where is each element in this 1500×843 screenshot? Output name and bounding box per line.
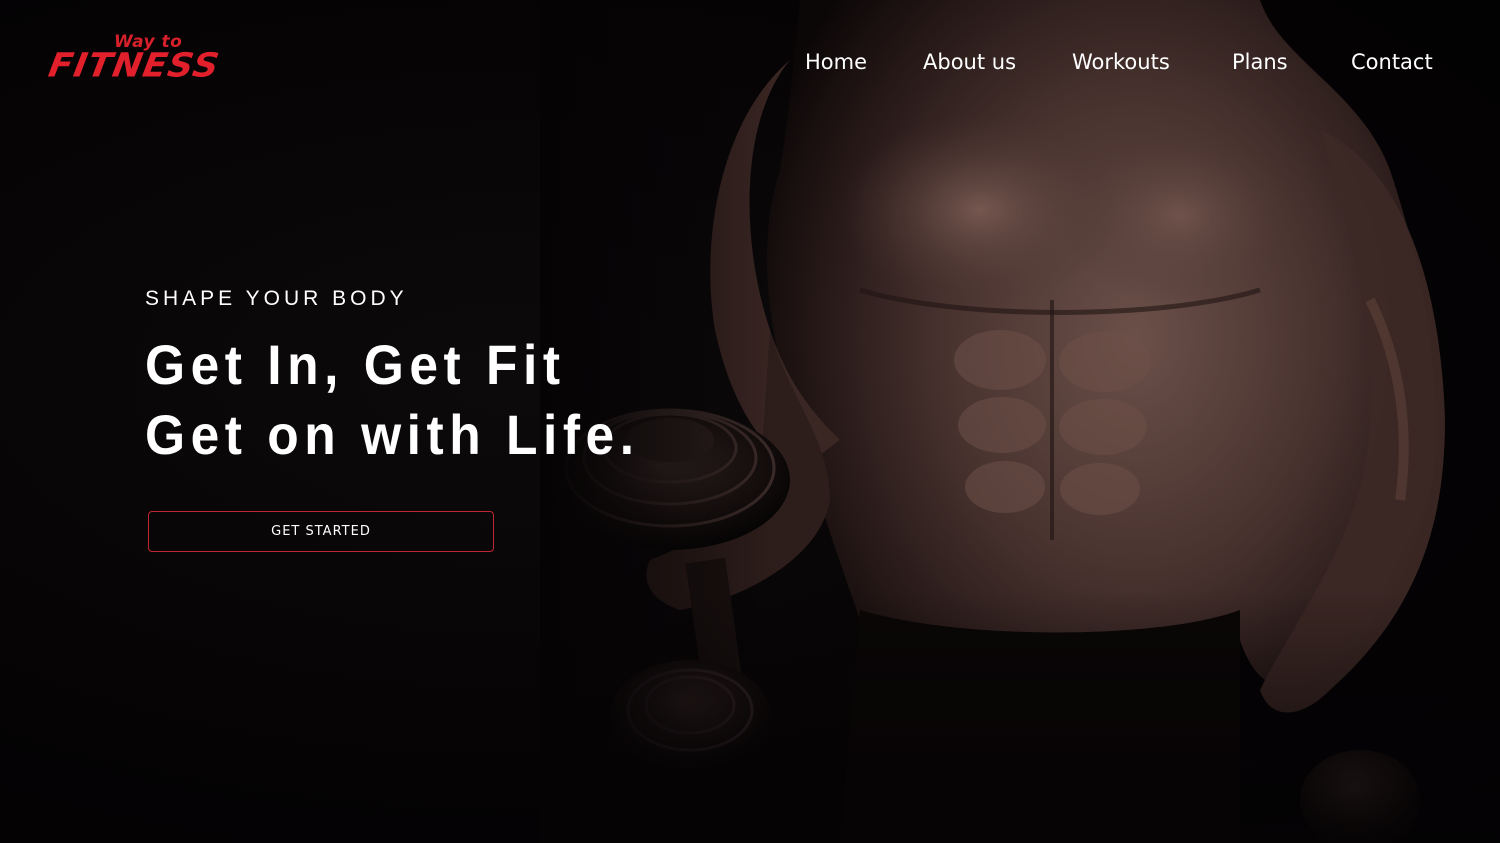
hero-athlete-image (540, 0, 1500, 843)
nav-item-contact[interactable]: Contact (1351, 44, 1433, 80)
nav-item-home[interactable]: Home (805, 44, 867, 80)
landing-page: Way to FITNESS Home About us Workouts Pl… (0, 0, 1500, 843)
brand-logo[interactable]: Way to FITNESS (44, 30, 244, 92)
hero-eyebrow: SHAPE YOUR BODY (145, 287, 408, 310)
nav-item-plans[interactable]: Plans (1232, 44, 1288, 80)
nav-item-about-us[interactable]: About us (923, 44, 1016, 80)
brand-name: FITNESS (45, 46, 223, 85)
nav-item-workouts[interactable]: Workouts (1072, 44, 1170, 80)
hero-headline: Get In, Get Fit Get on with Life. (145, 330, 640, 470)
hero-headline-line-1: Get In, Get Fit (145, 333, 566, 396)
hero-headline-line-2: Get on with Life. (145, 403, 640, 466)
get-started-button[interactable]: GET STARTED (148, 511, 494, 552)
